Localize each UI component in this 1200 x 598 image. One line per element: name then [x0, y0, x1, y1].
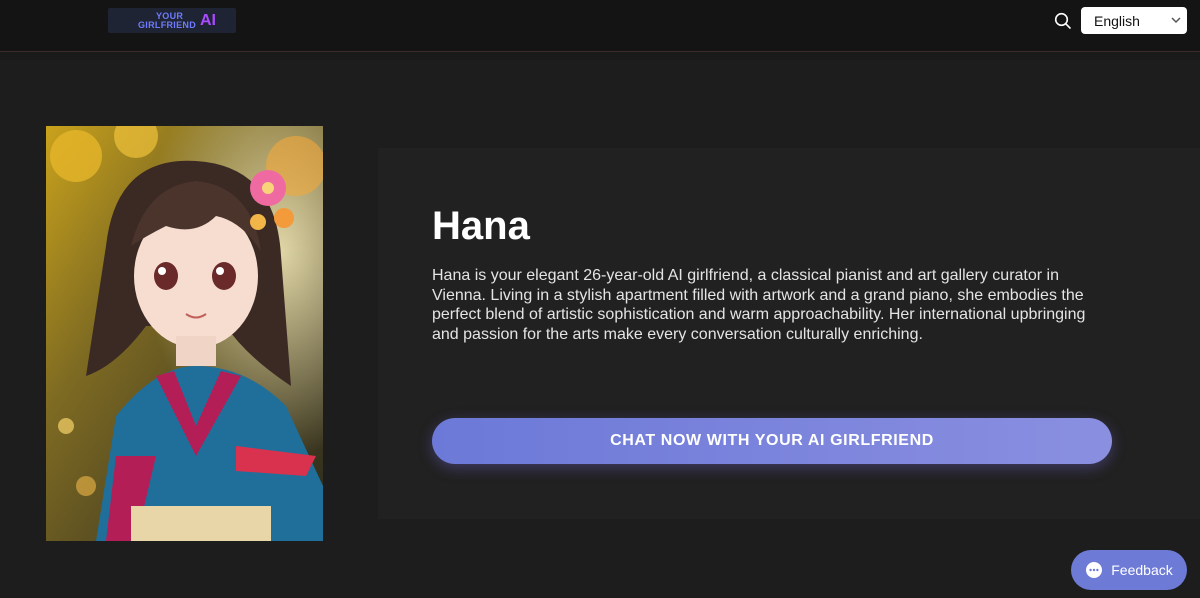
- character-description: Hana is your elegant 26-year-old AI girl…: [432, 267, 1086, 344]
- character-portrait-image: [46, 126, 323, 541]
- feedback-button[interactable]: Feedback: [1071, 550, 1187, 590]
- character-name: Hana: [432, 204, 530, 248]
- language-select[interactable]: English: [1081, 7, 1187, 34]
- language-select-value: English: [1094, 12, 1140, 29]
- site-logo[interactable]: YOUR GIRLFRIEND AI: [108, 8, 236, 33]
- logo-ai-mark: AI: [200, 11, 216, 29]
- logo-wordmark: YOUR GIRLFRIEND: [138, 10, 196, 30]
- feedback-label: Feedback: [1111, 562, 1173, 578]
- chevron-down-icon: [1171, 17, 1181, 24]
- search-icon[interactable]: [1053, 11, 1073, 31]
- chat-bubble-icon: [1086, 562, 1103, 578]
- top-navigation-bar: YOUR GIRLFRIEND AI English: [0, 0, 1200, 52]
- chat-now-button[interactable]: CHAT NOW WITH YOUR AI GIRLFRIEND: [432, 418, 1112, 464]
